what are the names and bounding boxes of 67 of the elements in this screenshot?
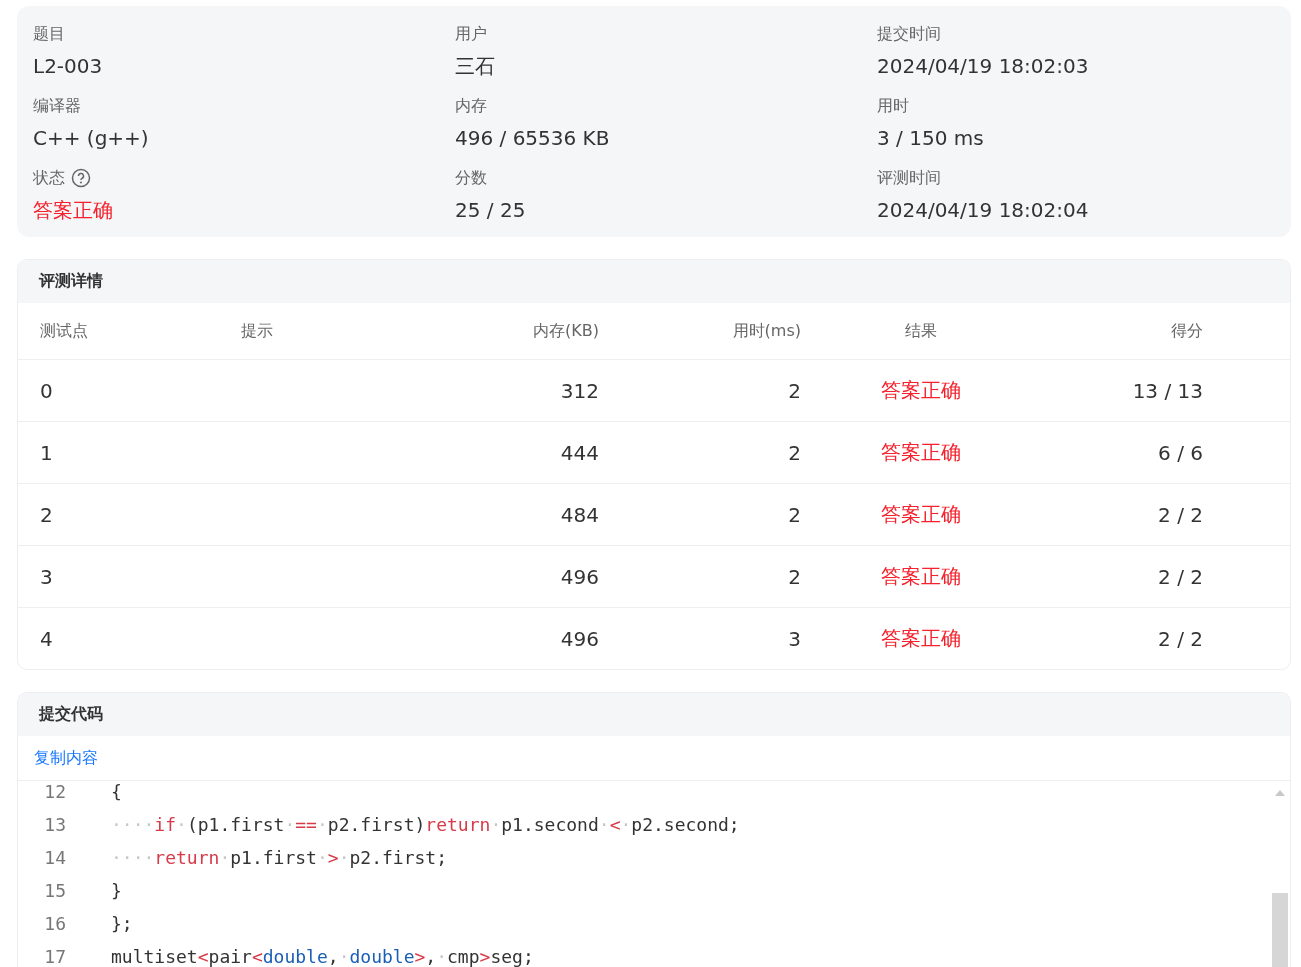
result-cell-text: 答案正确 [880, 439, 962, 466]
field-label: 用户 [455, 23, 487, 45]
table-cell-text: 496 [559, 626, 599, 651]
field-value: 三石 [455, 53, 496, 80]
line-number: 12 [43, 781, 67, 802]
code-line: ····return·p1.first·>·p2.first; [111, 847, 447, 868]
section-title: 提交代码 [39, 704, 103, 725]
code-line: ····if·(p1.first·==·p2.first)return·p1.second·<·p2.second; [111, 814, 740, 835]
line-number: 17 [43, 946, 67, 967]
table-cell-text: 4 [40, 626, 54, 651]
column-header: 得分 [1170, 320, 1203, 342]
column-header: 用时(ms) [731, 320, 801, 342]
code-line: multiset<pair<double,·double>,·cmp>seg; [111, 946, 534, 967]
table-cell-text: 1 [40, 440, 54, 465]
field-value: 3 / 150 ms [877, 125, 985, 152]
result-cell-text: 答案正确 [880, 501, 962, 528]
column-header: 提示 [241, 320, 274, 342]
table-cell-text: 2 [40, 502, 54, 527]
table-cell-text: 2 [787, 502, 801, 527]
table-cell-text: 6 / 6 [1157, 440, 1203, 465]
table-cell-text: 496 [559, 564, 599, 589]
field-label: 状态 [33, 167, 65, 189]
field-label: 内存 [455, 95, 487, 117]
table-cell-text: 2 / 2 [1157, 626, 1203, 651]
table-cell-text: 444 [559, 440, 599, 465]
field-label: 提交时间 [877, 23, 941, 45]
scroll-up-icon[interactable] [1275, 790, 1285, 796]
line-number: 13 [43, 814, 67, 835]
status-value: 答案正确 [33, 197, 114, 224]
field-value: 2024/04/19 18:02:03 [877, 53, 1090, 80]
field-value: 496 / 65536 KB [455, 125, 611, 152]
copy-link[interactable]: 复制内容 [34, 747, 98, 769]
table-cell-text: 3 [787, 626, 801, 651]
table-cell-text: 312 [559, 378, 599, 403]
code-line: { [111, 781, 122, 802]
scrollbar-thumb[interactable] [1272, 893, 1288, 967]
table-cell-text: 484 [559, 502, 599, 527]
field-value: C++ (g++) [33, 125, 150, 152]
field-value: 2024/04/19 18:02:04 [877, 197, 1090, 224]
line-number: 15 [43, 880, 67, 901]
table-cell-text: 2 / 2 [1157, 564, 1203, 589]
table-cell-text: 2 / 2 [1157, 502, 1203, 527]
field-label: 用时 [877, 95, 909, 117]
section-title: 评测详情 [39, 271, 103, 292]
table-cell-text: 13 / 13 [1131, 378, 1203, 403]
result-cell-text: 答案正确 [880, 377, 962, 404]
field-value: 25 / 25 [455, 197, 527, 224]
code-line: } [111, 880, 122, 901]
column-header: 测试点 [40, 320, 89, 342]
table-cell-text: 2 [787, 564, 801, 589]
field-label: 评测时间 [877, 167, 941, 189]
result-cell-text: 答案正确 [880, 625, 962, 652]
table-cell-text: 2 [787, 440, 801, 465]
field-label: 题目 [33, 23, 65, 45]
column-header: 结果 [904, 320, 938, 342]
line-number: 14 [43, 847, 67, 868]
result-cell-text: 答案正确 [880, 563, 962, 590]
table-cell-text: 2 [787, 378, 801, 403]
column-header: 内存(KB) [532, 320, 599, 342]
field-label: 编译器 [33, 95, 81, 117]
table-cell-text: 0 [40, 378, 54, 403]
field-label: 分数 [455, 167, 487, 189]
table-cell-text: 3 [40, 564, 54, 589]
help-icon[interactable] [71, 168, 91, 188]
line-number: 16 [43, 913, 67, 934]
field-value: L2-003 [33, 53, 104, 80]
code-line: }; [111, 913, 133, 934]
